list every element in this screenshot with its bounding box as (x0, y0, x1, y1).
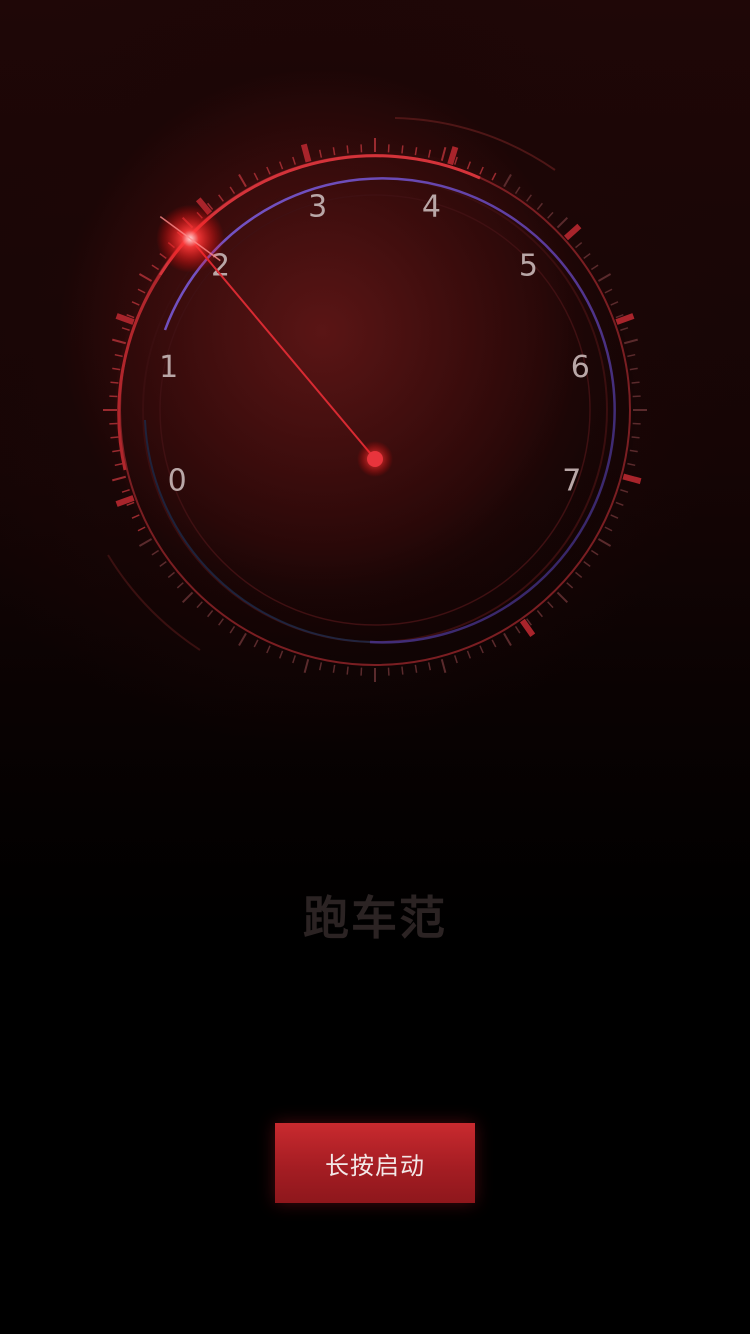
tick-mark (303, 658, 310, 673)
tick-mark (597, 273, 612, 282)
tick-mark (583, 561, 591, 567)
tick-mark (167, 571, 175, 578)
tick-mark (526, 194, 532, 202)
major-tick-mark (300, 143, 312, 163)
tick-mark (401, 145, 404, 154)
needle-hub (367, 451, 383, 467)
tick-mark (503, 632, 512, 647)
tick-mark (590, 264, 599, 271)
tick-mark (536, 202, 543, 210)
major-tick-mark (519, 618, 536, 637)
tick-mark (401, 666, 404, 675)
tick-mark (440, 147, 447, 162)
tick-mark (547, 211, 554, 219)
tick-mark (590, 549, 599, 556)
tick-mark (346, 145, 349, 154)
tick-mark (138, 273, 153, 282)
tick-mark (196, 601, 203, 609)
tick-mark (112, 475, 127, 482)
app-screen: 01234567 跑车范 长按启动 (0, 0, 750, 1334)
major-tick-mark (622, 473, 642, 485)
tick-mark (575, 242, 583, 249)
gauge-number-0: 0 (168, 463, 188, 498)
gauge-number-5: 5 (519, 249, 539, 284)
tick-mark (181, 591, 194, 604)
major-tick-mark (563, 223, 582, 241)
tick-mark (514, 186, 521, 195)
tick-mark (151, 549, 160, 556)
tick-mark (547, 601, 554, 609)
tick-mark (207, 610, 214, 618)
tick-mark (218, 618, 224, 626)
tick-mark (238, 173, 247, 188)
gauge-number-3: 3 (308, 189, 328, 224)
tick-mark (514, 625, 521, 634)
tick-mark (110, 381, 119, 384)
tick-mark (556, 591, 569, 604)
gauge-number-7: 7 (562, 463, 582, 498)
gauge-number-6: 6 (571, 350, 591, 385)
tick-mark (110, 436, 119, 439)
tick-mark (159, 561, 167, 567)
gauge-number-4: 4 (422, 189, 442, 224)
tick-mark (151, 264, 160, 271)
tick-mark (229, 186, 236, 195)
gauge-number-1: 1 (159, 350, 179, 385)
tick-mark (597, 538, 612, 547)
tick-mark (556, 216, 569, 229)
tick-mark (138, 538, 153, 547)
major-tick-mark (447, 146, 459, 166)
tick-mark (631, 436, 640, 439)
tick-mark (631, 381, 640, 384)
tick-mark (623, 338, 638, 345)
tick-mark (536, 610, 543, 618)
tick-mark (583, 253, 591, 259)
tick-mark (575, 571, 583, 578)
tick-mark (440, 658, 447, 673)
tick-mark (229, 625, 236, 634)
long-press-start-button[interactable]: 长按启动 (275, 1123, 475, 1203)
speedometer-gauge: 0123 4567 (103, 117, 647, 682)
tick-mark (503, 173, 512, 188)
tick-mark (112, 338, 127, 345)
tick-mark (176, 582, 184, 589)
brand-title: 跑车范 (303, 891, 447, 945)
tick-mark (346, 666, 349, 675)
tick-mark (218, 194, 224, 202)
tick-mark (566, 582, 574, 589)
tick-mark (238, 632, 247, 647)
